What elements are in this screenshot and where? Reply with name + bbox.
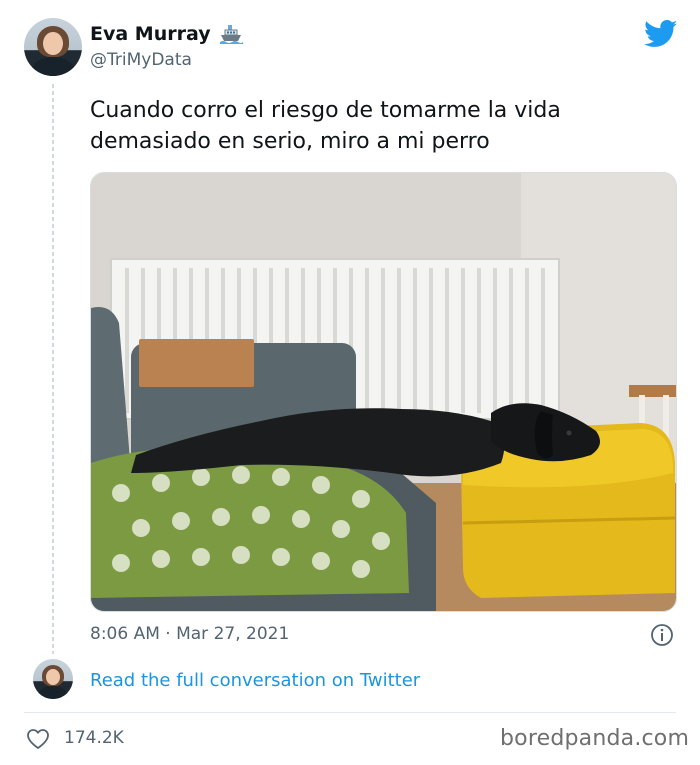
ship-icon [219,25,243,44]
twitter-bird-icon[interactable] [644,20,678,48]
heart-icon[interactable] [26,728,50,750]
thread-connector-line [52,84,54,654]
tweet-text: Cuando corro el riesgo de tomarme la vid… [90,98,561,154]
tweet-photo[interactable] [90,172,677,612]
author-avatar-small[interactable] [33,659,73,699]
author-name-row[interactable]: Eva Murray [90,23,243,45]
author-display-name[interactable]: Eva Murray [90,23,211,45]
divider [24,712,676,713]
info-icon[interactable] [650,623,674,647]
read-conversation-link[interactable]: Read the full conversation on Twitter [90,670,420,691]
dog-on-sofa-photo [91,173,676,611]
watermark: boredpanda.com [500,726,690,751]
author-avatar[interactable] [24,18,82,76]
like-count: 174.2K [64,728,124,748]
tweet-timestamp[interactable]: 8:06 AM · Mar 27, 2021 [90,624,289,644]
author-handle[interactable]: @TriMyData [90,50,192,70]
